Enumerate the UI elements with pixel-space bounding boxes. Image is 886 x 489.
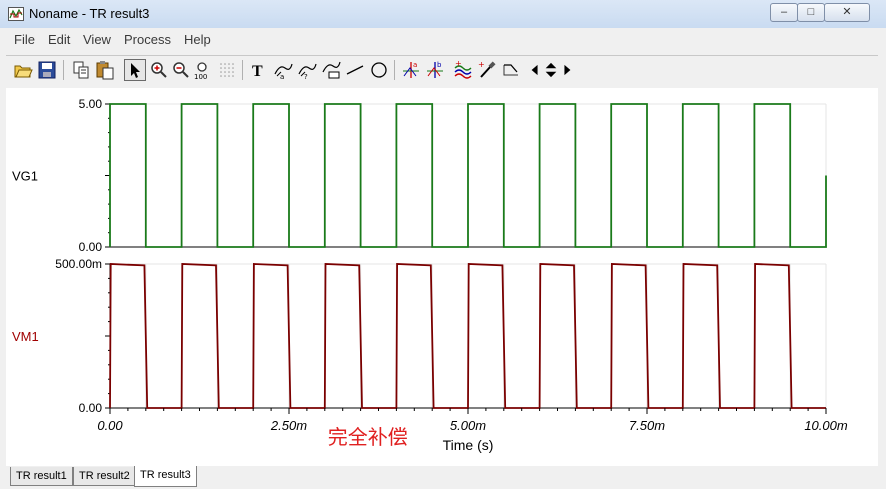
y-tick-label: 500.00m xyxy=(55,257,102,271)
title-bar[interactable]: Noname - TR result3 – □ ✕ xyxy=(0,0,886,28)
curves-icon[interactable]: + xyxy=(452,59,474,81)
svg-text:T: T xyxy=(252,63,263,80)
x-tick-label: 7.50m xyxy=(629,418,665,433)
chart-annotation: 完全补偿 xyxy=(328,425,408,449)
result-tabs: TR result1 TR result2 TR result3 xyxy=(6,466,878,488)
svg-text:a: a xyxy=(280,73,284,80)
svg-text:a: a xyxy=(413,61,417,69)
step-icon[interactable] xyxy=(500,59,522,81)
text-icon[interactable]: T xyxy=(248,59,270,81)
app-icon xyxy=(8,7,24,21)
svg-text:+: + xyxy=(455,60,462,68)
tab-tr-result3[interactable]: TR result3 xyxy=(134,466,197,487)
open-icon[interactable] xyxy=(12,59,34,81)
tab-tr-result2[interactable]: TR result2 xyxy=(73,467,136,486)
x-tick-label: 2.50m xyxy=(270,418,307,433)
plot-area[interactable]: 5.00 0.00 VG1 500.00m 0.00 VM1 0.00 2.50m 5.00m 7… xyxy=(6,88,878,466)
y-axis-label: VG1 xyxy=(12,169,38,184)
svg-text:100: 100 xyxy=(194,73,207,80)
right-arrow-icon[interactable] xyxy=(560,59,574,81)
zoom-in-icon[interactable] xyxy=(148,59,170,81)
line-icon[interactable] xyxy=(344,59,366,81)
toolbar: 100 T a ? a b + + xyxy=(6,55,878,86)
close-button[interactable]: ✕ xyxy=(824,3,870,22)
circle-icon[interactable] xyxy=(368,59,390,81)
x-tick-label: 5.00m xyxy=(450,418,486,433)
menu-bar: File Edit View Process Help xyxy=(6,30,878,50)
zoom-100-icon[interactable]: 100 xyxy=(192,59,214,81)
diagram-plot[interactable]: 5.00 0.00 VG1 500.00m 0.00 VM1 0.00 2.50m 5.00m 7… xyxy=(6,88,878,466)
series-line-vg1 xyxy=(109,103,827,248)
menu-process[interactable]: Process xyxy=(124,32,171,47)
svg-text:b: b xyxy=(437,61,442,69)
menu-edit[interactable]: Edit xyxy=(48,32,70,47)
menu-file[interactable]: File xyxy=(14,32,35,47)
zoom-out-icon[interactable] xyxy=(170,59,192,81)
x-tick-label: 0.00 xyxy=(97,418,123,433)
x-tick-label: 10.00m xyxy=(804,418,848,433)
label-b-icon[interactable]: ? xyxy=(296,59,318,81)
y-axis-label: VM1 xyxy=(12,329,39,344)
up-down-icon[interactable] xyxy=(542,59,560,81)
window-title: Noname - TR result3 xyxy=(29,6,150,21)
tab-tr-result1[interactable]: TR result1 xyxy=(10,467,73,486)
y-tick-label: 5.00 xyxy=(79,97,103,111)
svg-text:?: ? xyxy=(304,73,308,80)
label-a-icon[interactable]: a xyxy=(272,59,294,81)
maximize-button[interactable]: □ xyxy=(797,3,825,22)
x-axis-label: Time (s) xyxy=(443,437,494,453)
cursor-a-icon[interactable]: a xyxy=(400,59,422,81)
left-arrow-icon[interactable] xyxy=(528,59,542,81)
cursor-b-icon[interactable]: b xyxy=(424,59,446,81)
copy-icon[interactable] xyxy=(70,59,92,81)
app-window: Noname - TR result3 – □ ✕ File Edit View… xyxy=(0,0,886,489)
y-tick-label: 0.00 xyxy=(79,240,103,254)
y-tick-label: 0.00 xyxy=(79,401,103,415)
save-icon[interactable] xyxy=(36,59,58,81)
pointer-icon[interactable] xyxy=(124,59,146,81)
menu-help[interactable]: Help xyxy=(184,32,211,47)
minimize-button[interactable]: – xyxy=(770,3,798,22)
grid-icon[interactable] xyxy=(216,59,238,81)
legend-icon[interactable] xyxy=(320,59,342,81)
menu-view[interactable]: View xyxy=(83,32,111,47)
svg-text:+: + xyxy=(478,60,485,69)
probe-icon[interactable]: + xyxy=(476,59,498,81)
paste-icon[interactable] xyxy=(94,59,116,81)
